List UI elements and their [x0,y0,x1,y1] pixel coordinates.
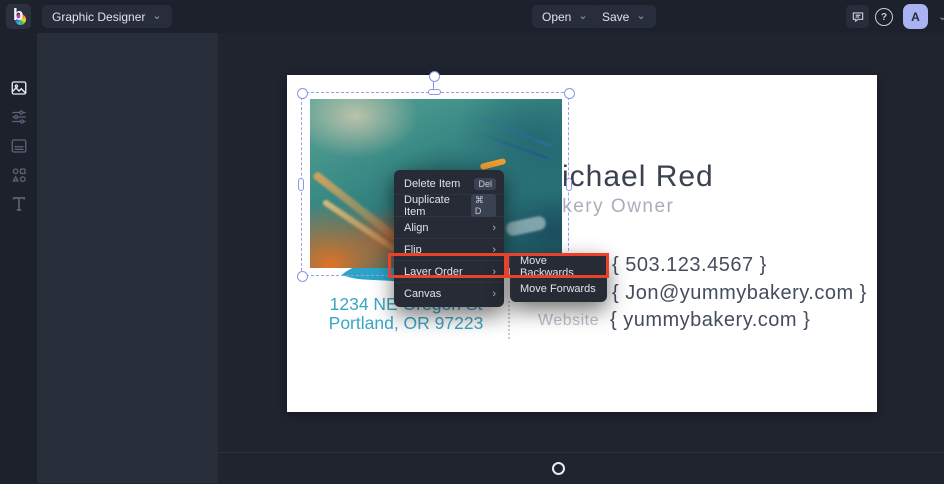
open-button[interactable]: Open ⌄ [532,5,598,28]
left-toolbar [0,33,37,483]
feedback-button[interactable] [846,5,869,28]
resize-handle-top-right[interactable] [564,88,575,99]
mode-switcher[interactable]: Graphic Designer ⌄ [42,5,172,28]
sidebar-item-graphics[interactable] [9,165,29,185]
save-label: Save [602,10,629,24]
template-icon [10,137,28,155]
text-icon [10,195,28,213]
help-button[interactable]: ? [875,8,893,26]
befunky-logo[interactable]: b [6,4,31,29]
rotation-handle[interactable] [429,71,440,82]
address-line2: Portland, OR 97223 [320,314,492,333]
card-website-label[interactable]: Website [538,312,599,330]
avatar-initial: A [911,10,920,24]
menu-item-label: Duplicate Item [404,194,471,218]
chevron-right-icon: › [492,288,496,300]
open-label: Open [542,10,571,24]
account-menu-chevron-icon[interactable]: ⌄ [938,12,944,23]
card-phone-text[interactable]: { 503.123.4567 } [612,254,767,277]
image-icon [10,79,28,97]
logo-b-letter: b [13,5,23,25]
help-icon: ? [875,8,893,26]
resize-handle-bottom-left[interactable] [297,271,308,282]
sidebar-item-templates[interactable] [9,136,29,156]
sidebar-item-text[interactable] [9,194,29,214]
menu-item-label: Align [404,222,428,234]
menu-item-label: Canvas [404,288,441,300]
menu-item-canvas[interactable]: Canvas › [394,282,504,304]
tutorial-highlight-layer-order [388,253,507,278]
menu-item-duplicate[interactable]: Duplicate Item ⌘ D [394,194,504,216]
chevron-down-icon: ⌄ [636,11,645,22]
card-email-text[interactable]: { Jon@yummybakery.com } [612,282,867,305]
card-website-text[interactable]: { yummybakery.com } [610,309,810,332]
resize-handle-top-left[interactable] [297,88,308,99]
card-dotted-divider [508,301,510,339]
chat-icon [851,10,865,24]
menu-item-delete[interactable]: Delete Item Del [394,173,504,194]
menu-item-label: Move Forwards [520,283,596,295]
context-menu: Delete Item Del Duplicate Item ⌘ D Align… [394,170,504,307]
save-button[interactable]: Save ⌄ [592,5,656,28]
resize-handle-left[interactable] [298,178,304,191]
top-bar: b Graphic Designer ⌄ Open ⌄ Save ⌄ ? A ⌄ [0,0,944,33]
resize-handle-top[interactable] [428,89,441,95]
bottom-toolbar [218,452,944,484]
resize-handle-right[interactable] [566,178,572,191]
menu-item-label: Delete Item [404,178,460,190]
avatar[interactable]: A [903,4,928,29]
sidebar-item-edit[interactable] [9,107,29,127]
tutorial-highlight-move-backwards [506,253,609,278]
sidebar-item-image-manager[interactable] [9,78,29,98]
mode-label: Graphic Designer [52,10,145,24]
image-properties-panel [37,33,218,483]
chevron-down-icon: ⌄ [578,11,587,22]
sliders-icon [10,108,28,126]
shortcut-badge: ⌘ D [471,194,496,217]
menu-item-align[interactable]: Align › [394,216,504,238]
zoom-slider-knob[interactable] [552,462,565,475]
chevron-right-icon: › [492,222,496,234]
shortcut-badge: Del [474,178,496,190]
shapes-icon [10,166,28,184]
submenu-item-move-forwards[interactable]: Move Forwards [510,277,607,299]
chevron-down-icon: ⌄ [152,11,161,22]
